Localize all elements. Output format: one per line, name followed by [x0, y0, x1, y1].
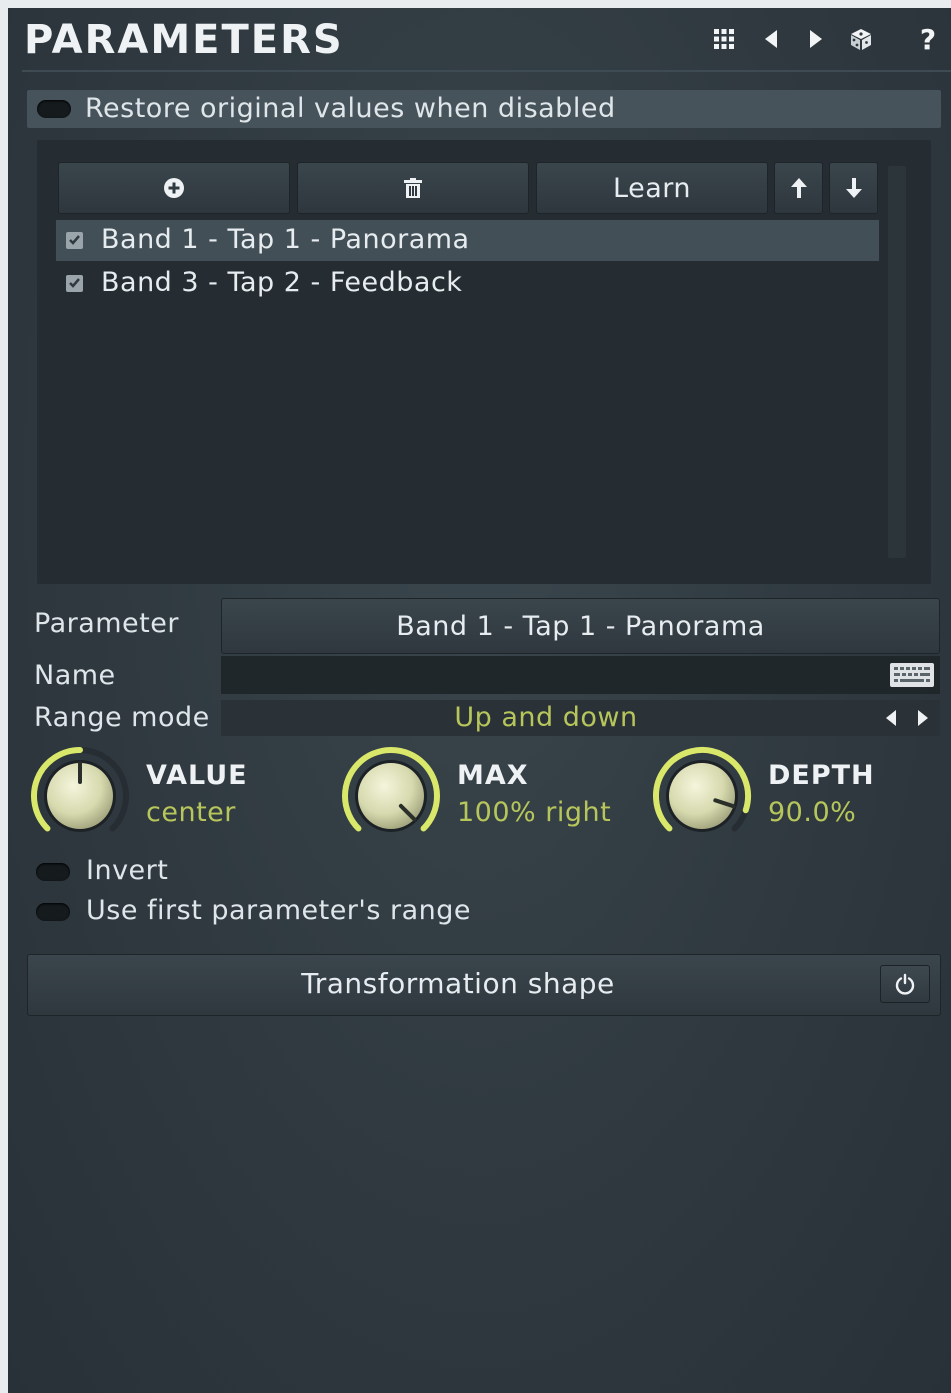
arrow-down-icon — [845, 178, 862, 198]
invert-label: Invert — [86, 855, 169, 886]
panel-title: PARAMETERS — [24, 17, 344, 63]
parameter-label: Parameter — [34, 608, 179, 639]
help-icon[interactable]: ? — [915, 23, 941, 56]
range-mode-label: Range mode — [34, 702, 210, 733]
delete-parameter-button[interactable] — [297, 162, 529, 214]
range-prev-arrow-icon[interactable] — [882, 709, 900, 727]
list-item[interactable]: Band 3 - Tap 2 - Feedback — [56, 263, 879, 304]
random-dice-icon[interactable] — [848, 26, 874, 52]
grid-icon[interactable] — [711, 26, 737, 52]
parameters-panel: PARAMETERS ? Restore original values whe… — [8, 8, 951, 1393]
trash-icon — [404, 178, 422, 198]
name-label: Name — [34, 660, 116, 691]
value-knob-title: VALUE — [146, 760, 248, 791]
parameter-list-box: Learn Band 1 - Tap 1 - Panorama Band 3 -… — [37, 140, 931, 584]
checkbox[interactable] — [66, 275, 83, 292]
keyboard-icon[interactable] — [890, 663, 934, 687]
value-knob-display: center — [146, 797, 236, 828]
max-knob[interactable] — [339, 744, 443, 848]
name-field[interactable] — [221, 656, 940, 694]
invert-toggle[interactable] — [36, 863, 70, 881]
transformation-shape-bar[interactable]: Transformation shape — [27, 954, 941, 1016]
range-next-arrow-icon[interactable] — [914, 709, 932, 727]
learn-label: Learn — [613, 172, 691, 204]
checkbox[interactable] — [66, 232, 83, 249]
use-first-range-label: Use first parameter's range — [86, 895, 471, 926]
restore-original-row[interactable]: Restore original values when disabled — [27, 90, 941, 128]
depth-knob[interactable] — [650, 744, 754, 848]
restore-toggle[interactable] — [37, 100, 71, 118]
header-divider — [22, 70, 951, 72]
check-icon — [69, 278, 80, 288]
panel-header: PARAMETERS ? — [8, 8, 951, 70]
add-parameter-button[interactable] — [58, 162, 290, 214]
list-item-label: Band 1 - Tap 1 - Panorama — [101, 224, 470, 255]
arrow-up-icon — [790, 178, 807, 198]
value-knob[interactable] — [28, 744, 132, 848]
max-knob-display: 100% right — [457, 797, 612, 828]
next-arrow-icon[interactable] — [803, 26, 829, 52]
depth-knob-display: 90.0% — [768, 797, 857, 828]
use-first-range-toggle[interactable] — [36, 903, 70, 921]
parameter-select-button[interactable]: Band 1 - Tap 1 - Panorama — [221, 598, 940, 654]
parameter-list: Band 1 - Tap 1 - Panorama Band 3 - Tap 2… — [56, 220, 879, 306]
restore-label: Restore original values when disabled — [85, 93, 616, 124]
check-icon — [69, 235, 80, 245]
max-knob-title: MAX — [457, 760, 529, 791]
list-scrollbar[interactable] — [888, 166, 906, 558]
depth-knob-title: DEPTH — [768, 760, 875, 791]
range-mode-select[interactable]: Up and down — [221, 700, 940, 736]
transformation-shape-label: Transformation shape — [301, 967, 615, 1000]
learn-button[interactable]: Learn — [536, 162, 768, 214]
knob-cap — [669, 763, 735, 829]
move-up-button[interactable] — [774, 162, 823, 214]
power-icon — [895, 973, 915, 995]
range-mode-value: Up and down — [454, 702, 638, 733]
list-item-label: Band 3 - Tap 2 - Feedback — [101, 267, 463, 298]
power-button[interactable] — [880, 965, 930, 1003]
move-down-button[interactable] — [829, 162, 878, 214]
list-item[interactable]: Band 1 - Tap 1 - Panorama — [56, 220, 879, 261]
prev-arrow-icon[interactable] — [758, 26, 784, 52]
add-circle-icon — [164, 178, 184, 198]
